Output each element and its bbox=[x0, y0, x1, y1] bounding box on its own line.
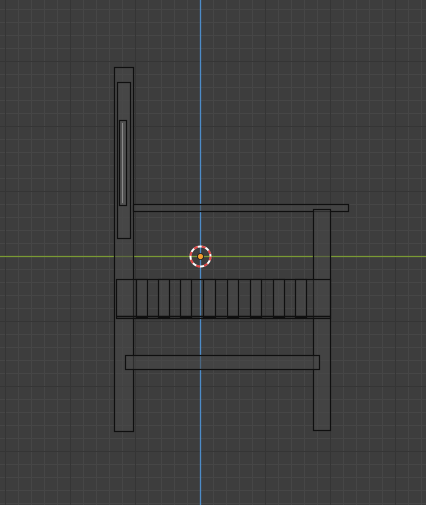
chair-stretcher[interactable] bbox=[124, 354, 321, 371]
object-origin-icon bbox=[197, 253, 204, 260]
3d-viewport[interactable] bbox=[0, 0, 426, 505]
seat-spindle[interactable] bbox=[157, 278, 171, 319]
seat-spindle[interactable] bbox=[272, 278, 286, 319]
chair-front-leg[interactable] bbox=[312, 208, 332, 432]
seat-spindle[interactable] bbox=[294, 278, 308, 319]
seat-spindle[interactable] bbox=[179, 278, 193, 319]
seat-spindle[interactable] bbox=[226, 278, 240, 319]
viewport-canvas[interactable] bbox=[0, 0, 426, 505]
seat-spindle[interactable] bbox=[135, 278, 149, 319]
seat-spindle[interactable] bbox=[202, 278, 217, 319]
seat-spindle[interactable] bbox=[249, 278, 263, 319]
